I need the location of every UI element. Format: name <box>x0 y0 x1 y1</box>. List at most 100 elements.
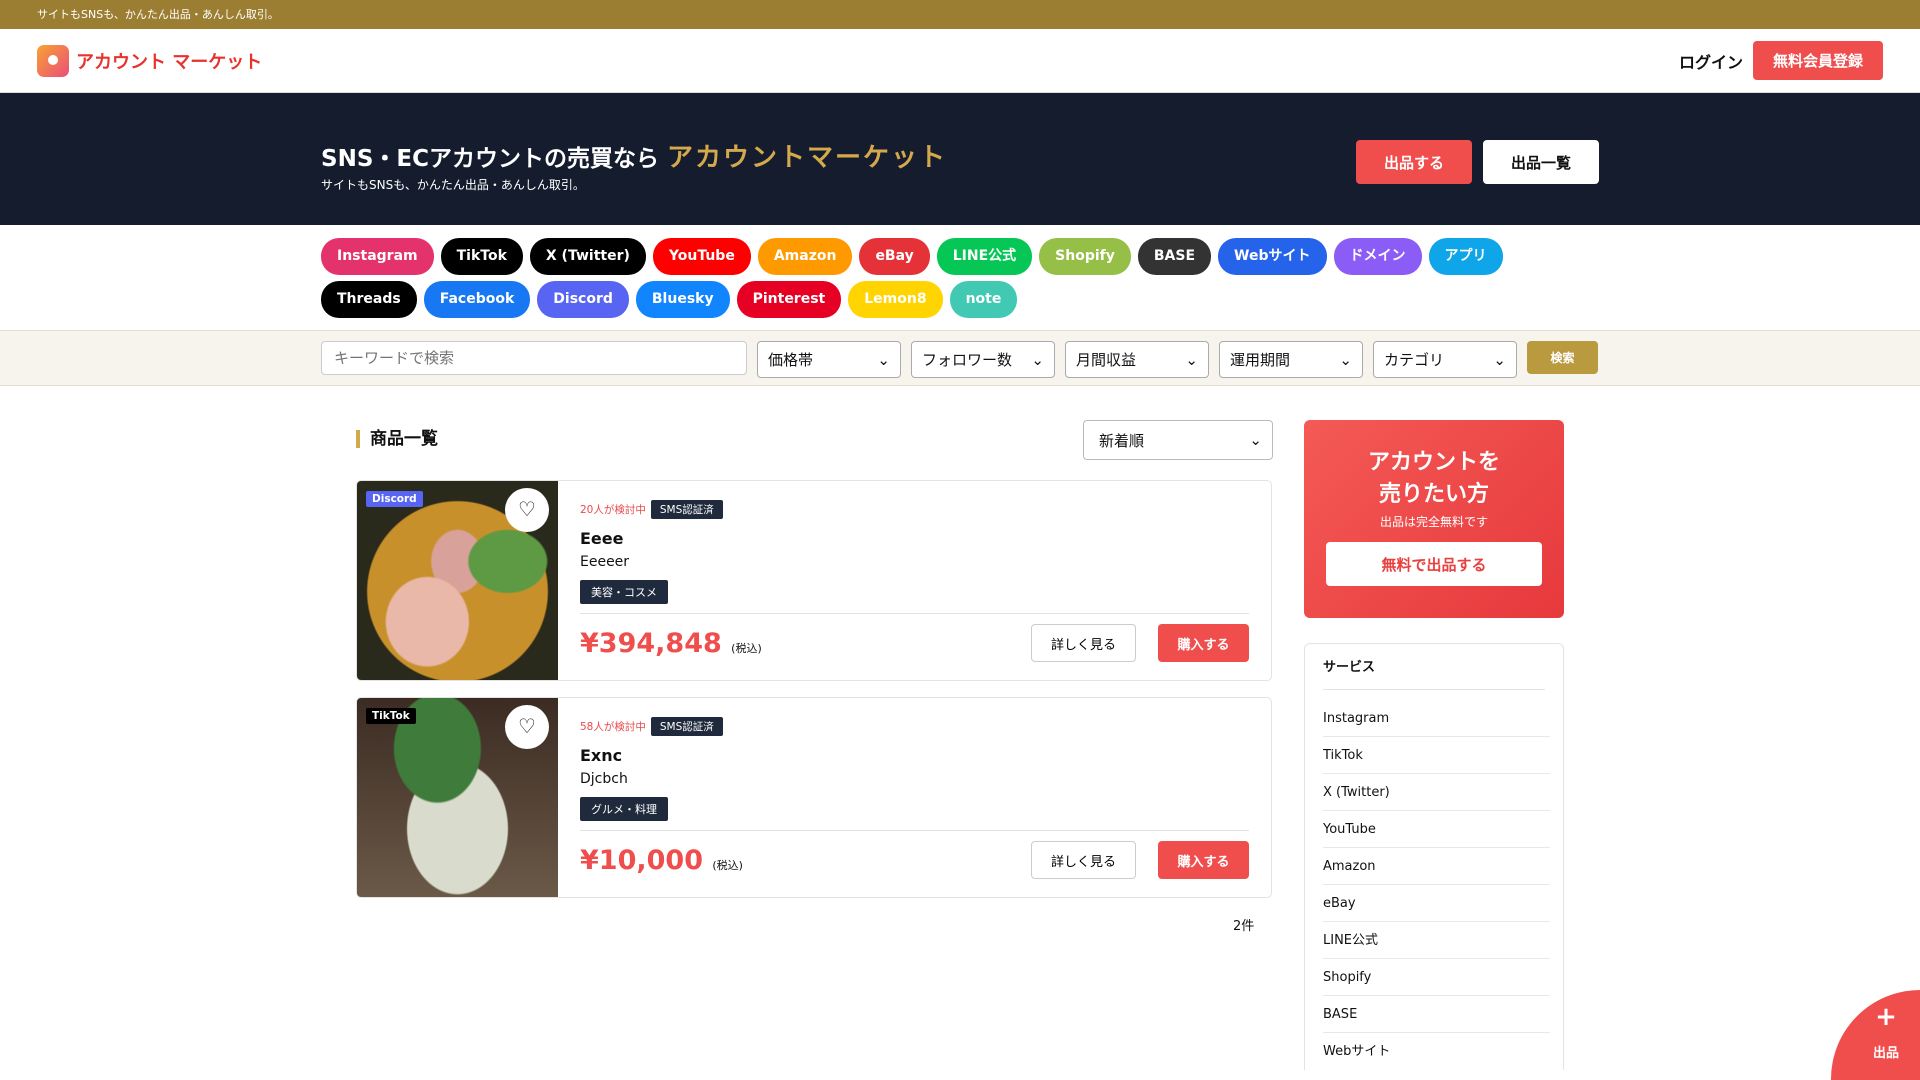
service-link[interactable]: Amazon <box>1323 848 1550 885</box>
service-link[interactable]: TikTok <box>1323 737 1550 774</box>
details-button[interactable]: 詳しく見る <box>1031 624 1136 662</box>
platform-chip[interactable]: Bluesky <box>635 281 730 318</box>
product-title[interactable]: Eeee <box>580 529 1249 548</box>
service-link[interactable]: BASE <box>1323 996 1550 1033</box>
filter-revenue[interactable]: 月間収益 ⌄ <box>1065 341 1209 378</box>
platform-chip[interactable]: YouTube <box>652 238 751 275</box>
chevron-down-icon: ⌄ <box>1031 350 1044 369</box>
search-bar: 価格帯 ⌄ フォロワー数 ⌄ 月間収益 ⌄ 運用期間 ⌄ カテゴリ ⌄ 検索 <box>0 330 1920 386</box>
platform-chip[interactable]: アプリ <box>1428 238 1503 275</box>
filter-label: フォロワー数 <box>922 351 1013 369</box>
filter-label: 月間収益 <box>1076 351 1137 369</box>
top-announcement: サイトもSNSも、かんたん出品・あんしん取引。 <box>0 0 1920 29</box>
logo-text: アカウント マーケット <box>76 51 263 73</box>
service-link[interactable]: Webサイト <box>1323 1033 1550 1070</box>
tax-note: (税込) <box>712 859 743 872</box>
filter-label: 価格帯 <box>768 351 814 369</box>
chevron-down-icon: ⌄ <box>1493 350 1506 369</box>
heart-icon[interactable]: ♡ <box>505 705 549 749</box>
sell-button[interactable]: 出品する <box>1356 140 1472 184</box>
filter-category[interactable]: カテゴリ ⌄ <box>1373 341 1517 378</box>
signup-button[interactable]: 無料会員登録 <box>1753 41 1883 80</box>
product-price: ¥10,000 (税込) <box>580 845 743 876</box>
category-badge: グルメ・料理 <box>580 797 668 821</box>
sell-promo-card: アカウントを 売りたい方 出品は完全無料です 無料で出品する <box>1304 420 1564 618</box>
shopping-bag-icon <box>37 44 69 77</box>
service-link[interactable]: YouTube <box>1323 811 1550 848</box>
platform-chip[interactable]: Facebook <box>423 281 531 318</box>
filter-followers[interactable]: フォロワー数 ⌄ <box>911 341 1055 378</box>
filter-period[interactable]: 運用期間 ⌄ <box>1219 341 1363 378</box>
filter-label: カテゴリ <box>1384 351 1445 369</box>
hero-banner: SNS・ECアカウントの売買なら アカウントマーケット サイトもSNSも、かんた… <box>0 93 1920 225</box>
details-button[interactable]: 詳しく見る <box>1031 841 1136 879</box>
free-sell-button[interactable]: 無料で出品する <box>1326 542 1542 586</box>
platform-chip[interactable]: Instagram <box>321 238 434 275</box>
product-price: ¥394,848 (税込) <box>580 628 762 659</box>
platform-chip[interactable]: X (Twitter) <box>529 238 646 275</box>
price-value: ¥10,000 <box>580 845 703 876</box>
service-link[interactable]: LINE公式 <box>1323 922 1550 959</box>
search-button[interactable]: 検索 <box>1527 341 1598 374</box>
platform-chip[interactable]: Threads <box>321 281 417 318</box>
listings-button[interactable]: 出品一覧 <box>1483 140 1599 184</box>
platform-chip[interactable]: Webサイト <box>1218 238 1327 275</box>
divider <box>580 613 1249 614</box>
filter-label: 運用期間 <box>1230 351 1291 369</box>
platform-chip[interactable]: eBay <box>859 238 930 275</box>
promo-title: 売りたい方 <box>1378 482 1489 507</box>
promo-subtitle: 出品は完全無料です <box>1379 515 1488 529</box>
result-count: 2件 <box>1233 919 1255 934</box>
buy-button[interactable]: 購入する <box>1158 624 1249 662</box>
product-card: TikTok ♡ 58人が検討中 SMS認証済 Exnc Djcbch グルメ・料… <box>356 697 1272 898</box>
hero-title-text: SNS・ECアカウントの売買なら <box>321 146 659 172</box>
chevron-down-icon: ⌄ <box>1185 350 1198 369</box>
product-description: Djcbch <box>580 771 628 787</box>
service-link[interactable]: Shopify <box>1323 959 1550 996</box>
platform-chip[interactable]: Shopify <box>1039 238 1131 275</box>
platform-chip[interactable]: LINE公式 <box>936 238 1033 275</box>
watching-count: 20人が検討中 <box>580 504 646 516</box>
keyword-search-input[interactable] <box>321 341 747 375</box>
platform-badge: TikTok <box>366 708 416 724</box>
hero-subtitle: サイトもSNSも、かんたん出品・あんしん取引。 <box>321 178 585 192</box>
logo[interactable]: アカウント マーケット <box>37 44 263 77</box>
tax-note: (税込) <box>731 642 762 655</box>
platform-chip[interactable]: note <box>949 281 1018 318</box>
hero-title: SNS・ECアカウントの売買なら アカウントマーケット <box>321 137 947 174</box>
sort-select[interactable]: 新着順 ⌄ <box>1083 420 1273 460</box>
heart-icon[interactable]: ♡ <box>505 488 549 532</box>
platform-chip[interactable]: TikTok <box>440 238 523 275</box>
floating-sell-button[interactable]: + 出品 <box>1831 990 1920 1080</box>
product-list: 商品一覧 新着順 ⌄ Discord ♡ 20人が検討中 SMS認証済 Eeee E… <box>356 420 1273 940</box>
platform-chips: Instagram TikTok X (Twitter) YouTube Amazon e… <box>0 225 1920 330</box>
product-card: Discord ♡ 20人が検討中 SMS認証済 Eeee Eeeeer 美容・コ… <box>356 480 1272 681</box>
watching-count: 58人が検討中 <box>580 721 646 733</box>
sort-label: 新着順 <box>1099 431 1145 450</box>
promo-title: アカウントを <box>1367 450 1500 475</box>
service-link[interactable]: eBay <box>1323 885 1550 922</box>
platform-chip[interactable]: Pinterest <box>736 281 842 318</box>
buy-button[interactable]: 購入する <box>1158 841 1249 879</box>
divider <box>580 830 1249 831</box>
login-button[interactable]: ログイン <box>1679 49 1743 73</box>
chevron-down-icon: ⌄ <box>877 350 890 369</box>
product-title[interactable]: Exnc <box>580 746 1249 765</box>
platform-chip[interactable]: BASE <box>1137 238 1212 275</box>
product-description: Eeeeer <box>580 554 630 570</box>
service-link[interactable]: X (Twitter) <box>1323 774 1550 811</box>
platform-chip[interactable]: ドメイン <box>1333 238 1422 275</box>
service-link[interactable]: Instagram <box>1323 700 1550 737</box>
services-title: サービス <box>1323 644 1545 690</box>
platform-chip[interactable]: Amazon <box>757 238 853 275</box>
verified-badge: SMS認証済 <box>650 500 723 519</box>
hero-title-accent: アカウントマーケット <box>667 143 948 173</box>
price-value: ¥394,848 <box>580 628 722 659</box>
site-header: アカウント マーケット ログイン 無料会員登録 <box>0 29 1920 93</box>
chevron-down-icon: ⌄ <box>1339 350 1352 369</box>
filter-price[interactable]: 価格帯 ⌄ <box>757 341 901 378</box>
verified-badge: SMS認証済 <box>650 717 723 736</box>
plus-icon: + <box>1875 1002 1897 1032</box>
platform-chip[interactable]: Lemon8 <box>848 281 943 318</box>
platform-chip[interactable]: Discord <box>537 281 629 318</box>
